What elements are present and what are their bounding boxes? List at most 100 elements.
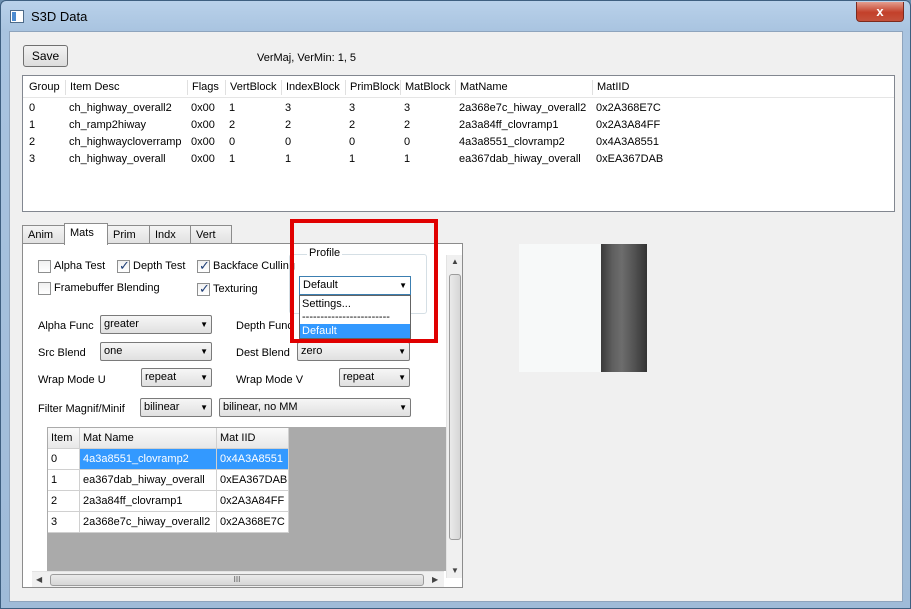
texturing-checkbox[interactable] — [197, 281, 210, 297]
material-grid[interactable]: Item Mat Name Mat IID 0 4a3a8551_clovram… — [47, 427, 449, 571]
table-cell: 1 — [404, 153, 411, 165]
grip-icon: III — [233, 575, 241, 584]
chevron-down-icon: ▼ — [398, 347, 406, 356]
column-header[interactable]: MatBlock — [400, 80, 450, 95]
table-cell: 3 — [404, 102, 411, 114]
table-cell: 0 — [285, 136, 292, 148]
column-header[interactable]: Group — [25, 80, 60, 95]
wrap-u-dropdown[interactable]: repeat ▼ — [141, 368, 212, 387]
column-header[interactable]: VertBlock — [225, 80, 276, 95]
column-header[interactable]: PrimBlock — [345, 80, 400, 95]
wrap-v-value: repeat — [343, 371, 375, 383]
grid-row-header[interactable]: 2 — [48, 491, 80, 512]
depth-func-label: Depth Func — [236, 320, 293, 332]
alpha-test-label: Alpha Test — [54, 260, 106, 272]
texture-preview-image — [601, 244, 647, 372]
table-cell: 2a368e7c_hiway_overall2 — [459, 102, 587, 114]
grid-row-header[interactable]: 0 — [48, 449, 80, 470]
app-icon — [10, 10, 24, 23]
table-cell: 2 — [349, 119, 356, 131]
table-cell: 0x00 — [191, 136, 215, 148]
chevron-down-icon: ▼ — [200, 403, 208, 412]
chevron-down-icon: ▼ — [398, 373, 406, 382]
depth-test-checkbox[interactable] — [117, 258, 130, 274]
filter-minif-value: bilinear, no MM — [223, 401, 298, 413]
table-row[interactable]: 0 ch_highway_overall2 0x00 1 3 3 3 2a368… — [23, 100, 894, 117]
grid-cell[interactable]: 0x4A3A8551 — [217, 449, 289, 470]
src-blend-label: Src Blend — [38, 347, 86, 359]
client-area: Save VerMaj, VerMin: 1, 5 Group Item Des… — [9, 31, 903, 602]
table-cell: 2 — [229, 119, 236, 131]
grid-cell[interactable]: 2a368e7c_hiway_overall2 — [80, 512, 217, 533]
depth-test-label: Depth Test — [133, 260, 186, 272]
framebuffer-blending-checkbox[interactable] — [38, 282, 51, 295]
table-cell: 0x2A368E7C — [596, 102, 661, 114]
table-cell: 3 — [349, 102, 356, 114]
src-blend-value: one — [104, 345, 123, 357]
column-header[interactable]: Item Desc — [65, 80, 120, 95]
table-row[interactable]: 2 ch_highwaycloverramp 0x00 0 0 0 0 4a3a… — [23, 134, 894, 151]
table-cell: 4a3a8551_clovramp2 — [459, 136, 565, 148]
grid-row-header[interactable]: 3 — [48, 512, 80, 533]
grid-cell[interactable]: 0xEA367DAB — [217, 470, 289, 491]
alpha-test-checkbox[interactable] — [38, 260, 51, 273]
horizontal-scroll-thumb[interactable]: III — [50, 574, 424, 586]
column-header[interactable]: Item — [48, 428, 80, 449]
table-cell: 0 — [229, 136, 236, 148]
backface-culling-checkbox[interactable] — [197, 258, 210, 274]
tab-vert[interactable]: Vert — [190, 225, 232, 244]
table-cell: 1 — [29, 119, 36, 131]
scroll-right-icon[interactable]: ▶ — [432, 575, 438, 584]
tab-anim[interactable]: Anim — [22, 225, 65, 244]
column-header[interactable]: Mat Name — [80, 428, 217, 449]
table-cell: 2 — [285, 119, 292, 131]
wrap-u-label: Wrap Mode U — [38, 374, 106, 386]
dest-blend-label: Dest Blend — [236, 347, 290, 359]
vertical-scroll-thumb[interactable] — [449, 274, 461, 540]
item-table[interactable]: Group Item Desc Flags VertBlock IndexBlo… — [22, 75, 895, 212]
src-blend-dropdown[interactable]: one ▼ — [100, 342, 212, 361]
grid-cell[interactable]: 0x2A368E7C — [217, 512, 289, 533]
column-header[interactable]: MatIID — [592, 80, 629, 95]
backface-culling-label: Backface Culling — [213, 260, 295, 272]
scroll-up-icon[interactable]: ▲ — [451, 257, 459, 266]
alpha-func-dropdown[interactable]: greater ▼ — [100, 315, 212, 334]
table-row[interactable]: 3 ch_highway_overall 0x00 1 1 1 1 ea367d… — [23, 151, 894, 168]
column-header[interactable]: MatName — [455, 80, 508, 95]
scroll-down-icon[interactable]: ▼ — [451, 566, 459, 575]
window-title: S3D Data — [31, 9, 88, 24]
texturing-label: Texturing — [213, 283, 258, 295]
grid-cell[interactable]: 2a3a84ff_clovramp1 — [80, 491, 217, 512]
vertical-scrollbar[interactable]: ▲ ▼ — [446, 255, 462, 578]
table-cell: ch_highwaycloverramp — [69, 136, 182, 148]
table-cell: 0 — [29, 102, 36, 114]
tab-mats[interactable]: Mats — [64, 223, 108, 245]
dest-blend-dropdown[interactable]: zero ▼ — [297, 342, 410, 361]
wrap-v-dropdown[interactable]: repeat ▼ — [339, 368, 410, 387]
highlight-annotation — [290, 219, 438, 343]
table-row[interactable]: 1 ch_ramp2hiway 0x00 2 2 2 2 2a3a84ff_cl… — [23, 117, 894, 134]
grid-cell[interactable]: 0x2A3A84FF — [217, 491, 289, 512]
table-cell: 0x00 — [191, 102, 215, 114]
column-header[interactable]: Mat IID — [217, 428, 289, 449]
filter-minif-dropdown[interactable]: bilinear, no MM ▼ — [219, 398, 411, 417]
grid-row-header[interactable]: 1 — [48, 470, 80, 491]
close-button[interactable]: x — [856, 2, 904, 22]
table-cell: 1 — [229, 102, 236, 114]
tab-prim[interactable]: Prim — [107, 225, 150, 244]
grid-cell[interactable]: ea367dab_hiway_overall — [80, 470, 217, 491]
chevron-down-icon: ▼ — [200, 373, 208, 382]
column-header[interactable]: IndexBlock — [281, 80, 340, 95]
grid-cell[interactable]: 4a3a8551_clovramp2 — [80, 449, 217, 470]
table-cell: 1 — [349, 153, 356, 165]
application-window: S3D Data x Save VerMaj, VerMin: 1, 5 Gro… — [0, 0, 911, 609]
table-cell: 2a3a84ff_clovramp1 — [459, 119, 559, 131]
title-bar[interactable]: S3D Data x — [1, 1, 910, 31]
filter-magnif-dropdown[interactable]: bilinear ▼ — [140, 398, 212, 417]
save-button[interactable]: Save — [23, 45, 68, 67]
dest-blend-value: zero — [301, 345, 323, 357]
column-header[interactable]: Flags — [187, 80, 219, 95]
tab-indx[interactable]: Indx — [149, 225, 191, 244]
scroll-left-icon[interactable]: ◀ — [36, 575, 42, 584]
horizontal-scrollbar[interactable]: ◀ III ▶ — [32, 571, 444, 587]
